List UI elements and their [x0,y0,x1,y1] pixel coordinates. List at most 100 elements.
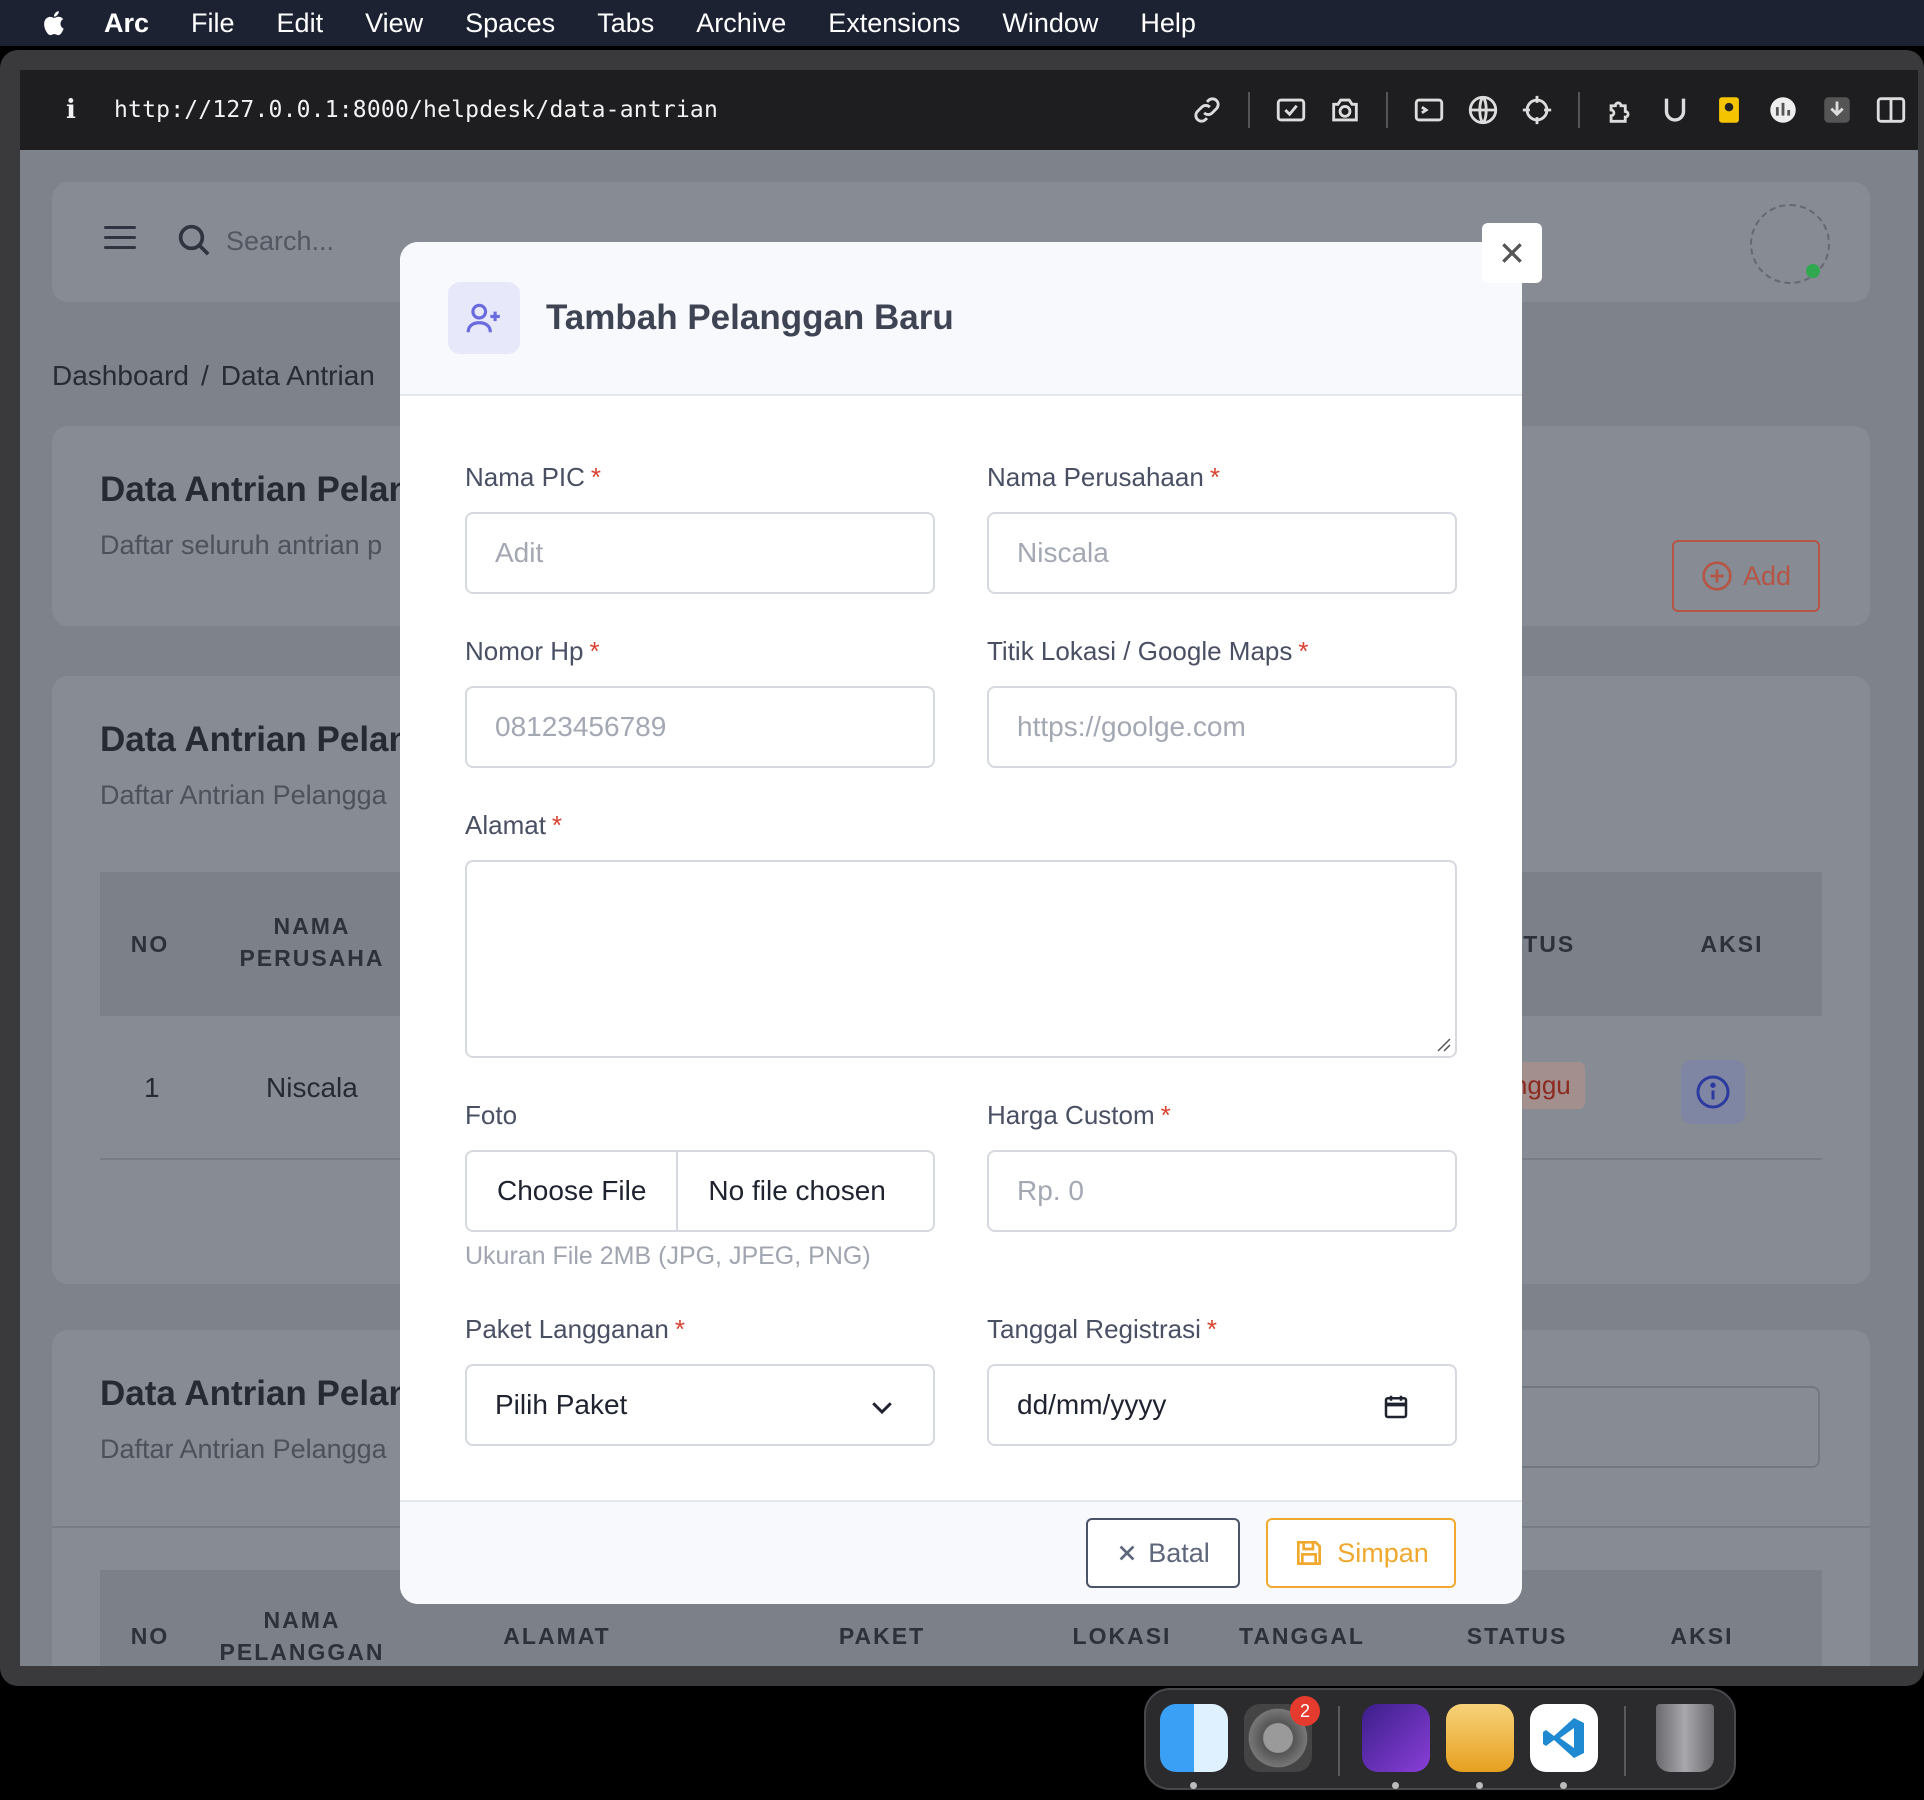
breadcrumb-current: Data Antrian [220,360,375,391]
menu-tabs[interactable]: Tabs [597,8,654,39]
harga-custom-label: Harga Custom * [987,1100,1171,1131]
breadcrumb-separator: / [200,360,209,391]
crosshair-icon[interactable] [1518,91,1556,129]
titik-lokasi-label: Titik Lokasi / Google Maps * [987,636,1309,667]
paket-selected-value: Pilih Paket [495,1389,628,1420]
save-button[interactable]: Simpan [1266,1518,1456,1588]
site-info-icon[interactable]: i [56,95,86,125]
add-button-label: Add [1742,560,1792,591]
card-title: Data Antrian Pelan [100,470,410,509]
alamat-textarea[interactable] [465,860,1457,1058]
paket-label: Paket Langganan * [465,1314,685,1345]
download-icon[interactable] [1818,91,1856,129]
titik-lokasi-input[interactable]: https://goolge.com [987,686,1457,768]
nama-pic-label: Nama PIC * [465,462,601,493]
label-text: Tanggal Registrasi [987,1314,1201,1344]
required-asterisk: * [590,462,602,492]
plus-circle-icon [1702,561,1732,591]
column-header-lokasi: LOKASI [1072,1623,1172,1649]
finder-icon[interactable] [1160,1704,1228,1772]
add-user-icon [448,282,520,354]
column-header-nama: NAMA PERUSAHA [239,913,385,971]
cancel-button-label: Batal [1148,1537,1210,1568]
dock-divider [1338,1706,1340,1776]
modal-header: Tambah Pelanggan Baru [400,242,1522,396]
hamburger-menu-icon[interactable] [104,226,136,250]
menu-extensions[interactable]: Extensions [828,8,960,39]
cancel-button[interactable]: Batal [1086,1518,1240,1588]
url-bar[interactable]: i http://127.0.0.1:8000/helpdesk/data-an… [20,70,1918,150]
extensions-icon[interactable] [1602,91,1640,129]
globe-icon[interactable] [1464,91,1502,129]
avatar[interactable] [1750,204,1830,284]
card-title: Data Antrian Pelan [100,720,410,759]
detail-button[interactable] [1681,1060,1745,1124]
url-text[interactable]: http://127.0.0.1:8000/helpdesk/data-antr… [114,97,718,123]
add-customer-modal: Tambah Pelanggan Baru Nama PIC * Adit Nam… [400,242,1522,1604]
search-icon [178,224,210,256]
file-size-hint: Ukuran File 2MB (JPG, JPEG, PNG) [465,1242,871,1270]
menu-file[interactable]: File [191,8,235,39]
vscode-logo-icon [1543,1718,1584,1758]
foto-label: Foto [465,1100,518,1130]
label-text: Alamat [465,810,546,840]
column-header-no: NO [130,931,170,957]
breadcrumb: Dashboard / Data Antrian [52,360,375,392]
modal-close-button[interactable] [1482,223,1542,283]
arc-icon[interactable] [1362,1704,1430,1772]
required-asterisk: * [1206,1314,1218,1344]
running-indicator [1392,1782,1399,1789]
menu-spaces[interactable]: Spaces [465,8,555,39]
menu-view[interactable]: View [365,8,423,39]
menu-window[interactable]: Window [1002,8,1098,39]
harga-custom-input[interactable]: Rp. 0 [987,1150,1457,1232]
vscode-icon[interactable] [1530,1704,1598,1772]
file-status-text: No file chosen [708,1175,886,1206]
foto-file-input[interactable]: Choose File No file chosen [465,1150,935,1232]
label-text: Nama PIC [465,462,585,492]
calendar-icon[interactable] [1381,1392,1411,1422]
paket-select[interactable]: Pilih Paket [465,1364,935,1446]
camera-icon[interactable] [1326,91,1364,129]
column-header-nama: NAMA PELANGGAN [219,1607,385,1665]
menu-help[interactable]: Help [1140,8,1196,39]
macos-dock: 2 [1144,1688,1736,1790]
search-input[interactable]: Search... [226,226,334,257]
choose-file-button[interactable]: Choose File [467,1152,679,1230]
nama-pic-input[interactable]: Adit [465,512,935,594]
breadcrumb-home[interactable]: Dashboard [52,360,189,391]
resize-grip-icon[interactable] [1433,1034,1451,1052]
menu-archive[interactable]: Archive [696,8,786,39]
yellow-extension-icon[interactable] [1710,91,1748,129]
required-asterisk: * [551,810,563,840]
nomor-hp-input[interactable]: 08123456789 [465,686,935,768]
running-indicator [1190,1782,1197,1789]
nama-perusahaan-input[interactable]: Niscala [987,512,1457,594]
toolbar-divider [1386,92,1388,128]
sidebar-toggle-icon[interactable] [1872,91,1910,129]
stats-extension-icon[interactable] [1764,91,1802,129]
card-subtitle: Daftar Antrian Pelangga [100,1434,387,1464]
trash-icon[interactable] [1656,1704,1714,1772]
magnet-icon[interactable] [1656,91,1694,129]
sequel-ace-icon[interactable] [1446,1704,1514,1772]
column-header-no: NO [130,1623,170,1649]
add-button[interactable]: Add [1672,540,1820,612]
nama-perusahaan-label: Nama Perusahaan * [987,462,1220,493]
tanggal-date-input[interactable]: dd/mm/yyyy [987,1364,1457,1446]
apple-logo-icon[interactable] [40,8,70,38]
card-title: Data Antrian Pelan [100,1374,410,1413]
table-search-input[interactable] [1512,1386,1820,1468]
copy-link-icon[interactable] [1188,91,1226,129]
terminal-icon[interactable] [1410,91,1448,129]
nomor-hp-label: Nomor Hp * [465,636,600,667]
macos-menubar: Arc File Edit View Spaces Tabs Archive E… [0,0,1924,46]
toolbar [1180,70,1918,150]
label-text: Titik Lokasi / Google Maps [987,636,1293,666]
save-floppy-icon [1297,1541,1322,1565]
menu-arc[interactable]: Arc [104,8,149,39]
menu-edit[interactable]: Edit [277,8,324,39]
save-button-label: Simpan [1337,1537,1429,1568]
capture-icon[interactable] [1272,91,1310,129]
card-subtitle: Daftar seluruh antrian p [100,530,383,560]
